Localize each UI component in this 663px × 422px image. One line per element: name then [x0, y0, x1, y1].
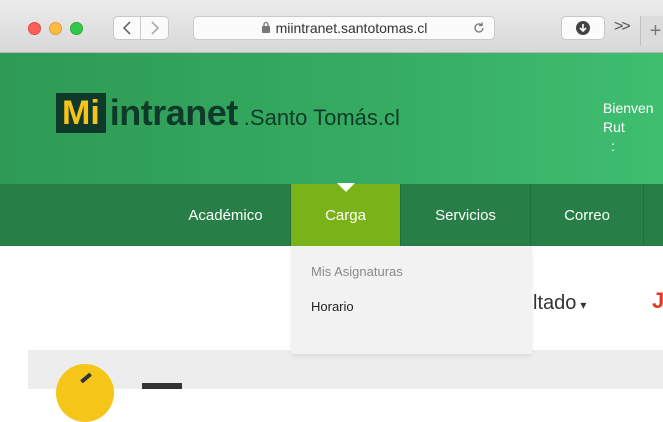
browser-toolbar: miintranet.santotomas.cl >> +	[0, 0, 663, 53]
chevron-left-icon	[122, 21, 131, 35]
new-tab-button[interactable]: +	[640, 16, 663, 46]
chevron-down-icon: ▾	[580, 298, 587, 312]
resultado-dropdown[interactable]: ltado ▾	[533, 292, 586, 315]
logo-suffix: .Santo Tomás.cl	[243, 105, 400, 130]
nav-item-carga-label: Carga	[325, 206, 366, 224]
back-button[interactable]	[113, 16, 141, 40]
downloads-button[interactable]	[561, 16, 605, 40]
dropdown-section-mis-asignaturas[interactable]: Mis Asignaturas	[311, 264, 403, 279]
zoom-window-button[interactable]	[70, 22, 83, 35]
forward-button[interactable]	[141, 16, 169, 40]
lock-icon	[261, 20, 271, 36]
resultado-label: ltado	[533, 292, 577, 314]
active-caret-icon	[336, 183, 355, 192]
main-nav: Académico Carga Servicios Correo	[0, 183, 663, 246]
close-window-button[interactable]	[28, 22, 41, 35]
chevron-right-icon	[150, 21, 159, 35]
welcome-text: Bienven	[603, 100, 654, 116]
rut-separator: :	[611, 138, 615, 154]
logo-intranet: intranet	[109, 92, 239, 133]
red-glyph: J	[652, 288, 663, 313]
logo-mi: Mi	[56, 93, 106, 133]
reload-icon[interactable]	[472, 21, 486, 38]
nav-item-correo[interactable]: Correo	[531, 184, 644, 246]
nav-item-carga[interactable]: Carga	[291, 183, 401, 246]
rut-label: Rut	[603, 119, 625, 135]
site-header: Mi intranet .Santo Tomás.cl Bienven Rut …	[0, 53, 663, 184]
more-toolbar-items-button[interactable]: >>	[614, 18, 631, 36]
download-icon	[576, 21, 590, 35]
content-panel	[28, 350, 663, 389]
address-bar[interactable]: miintranet.santotomas.cl	[193, 16, 495, 40]
site-logo[interactable]: Mi intranet .Santo Tomás.cl	[56, 93, 400, 133]
minimize-window-button[interactable]	[49, 22, 62, 35]
dropdown-item-horario[interactable]: Horario	[311, 299, 354, 314]
nav-item-academico[interactable]: Académico	[161, 184, 291, 246]
url-text: miintranet.santotomas.cl	[275, 20, 428, 36]
carga-dropdown-menu: Mis Asignaturas Horario	[291, 246, 532, 354]
welcome-block: Bienven Rut :	[603, 99, 654, 156]
nav-item-servicios[interactable]: Servicios	[401, 184, 531, 246]
yellow-badge-icon	[56, 364, 114, 422]
panel-heading-stub	[142, 383, 182, 389]
